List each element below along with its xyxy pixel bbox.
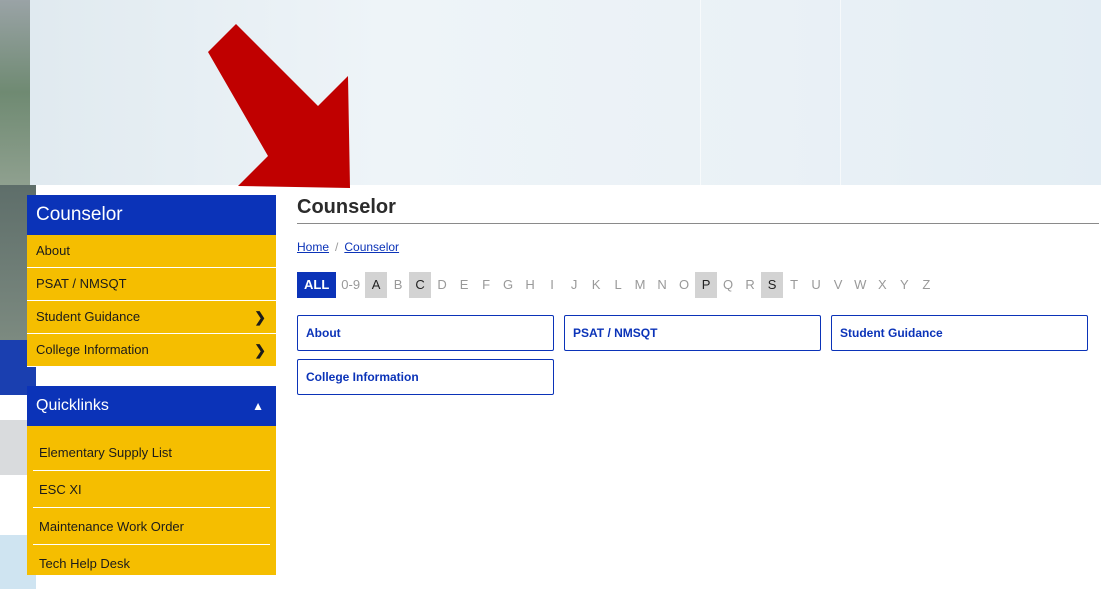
breadcrumb-current-link[interactable]: Counselor [344,240,399,254]
filter-letter-button: F [482,277,491,292]
chevron-right-icon[interactable]: ❯ [254,334,266,366]
filter-letter-button: Y [900,277,909,292]
filter-letter-button: H [525,277,535,292]
breadcrumb: Home / Counselor [297,240,1101,256]
main-content: Counselor Home / Counselor ALL 0-9 A B C D E F G H… [297,195,1101,395]
page-card-link[interactable]: About [297,315,554,351]
arrow-down-right-icon [208,24,350,188]
page-card-link[interactable]: Student Guidance [831,315,1088,351]
filter-letter-button[interactable]: S [761,272,784,298]
filter-letter-button: L [614,277,622,292]
filter-letter-button: Z [922,277,931,292]
alphabet-filter: ALL 0-9 A B C D E F G H I J K L M N O P Q R S T U V W X Y Z [297,272,1101,298]
filter-all-button[interactable]: ALL [297,272,337,298]
filter-letter-button: N [657,277,667,292]
filter-letter-button: X [878,277,887,292]
filter-letter-button: B [393,277,403,292]
filter-letter-button: Q [723,277,734,292]
chevron-up-icon[interactable]: ▲ [252,386,264,426]
filter-letter-button: J [570,277,578,292]
filter-letter-button: K [591,277,601,292]
sidebar: Counselor About PSAT / NMSQT Student Guida… [27,195,276,575]
sidebar-title: Counselor [27,195,276,235]
filter-letter-button: D [437,277,447,292]
sidebar-item[interactable]: PSAT / NMSQT [27,268,276,301]
sidebar-item[interactable]: About [27,235,276,268]
sidebar-item[interactable]: Student Guidance ❯ [27,301,276,334]
sidebar-item-label: College Information [36,342,149,357]
filter-letter-button[interactable]: P [695,272,718,298]
quicklink-item[interactable]: Maintenance Work Order [33,508,270,545]
filter-letter-button: G [503,277,514,292]
filter-letter-button[interactable]: C [409,272,432,298]
sidebar-item-label: PSAT / NMSQT [36,276,127,291]
sidebar-item[interactable]: College Information ❯ [27,334,276,367]
page-card-link[interactable]: PSAT / NMSQT [564,315,821,351]
quicklinks-header[interactable]: Quicklinks ▲ [27,386,276,426]
sidebar-item-label: Student Guidance [36,309,141,324]
quicklinks-list: Elementary Supply List ESC XI Maintenance … [27,426,276,575]
filter-letter-button: 0-9 [341,277,361,292]
filter-letter-button: O [679,277,690,292]
filter-letter-button: R [745,277,755,292]
filter-letter-button: U [811,277,821,292]
hero-banner [0,0,1101,185]
breadcrumb-separator: / [335,240,339,254]
page-cards: About PSAT / NMSQT Student Guidance College… [297,315,1101,395]
filter-letter-button: T [790,277,799,292]
hero-stripe [700,0,701,185]
sidebar-menu: About PSAT / NMSQT Student Guidance ❯ Colleg… [27,235,276,367]
filter-letter-button: V [833,277,843,292]
page-title: Counselor [297,195,1099,224]
filter-letter-button: E [459,277,469,292]
quicklinks-title: Quicklinks [36,397,109,414]
chevron-right-icon[interactable]: ❯ [254,301,266,333]
breadcrumb-home-link[interactable]: Home [297,240,329,254]
hero-image-edge [0,0,30,185]
filter-letter-button[interactable]: A [365,272,388,298]
quicklink-item[interactable]: ESC XI [33,471,270,508]
hero-stripe [840,0,841,185]
quicklink-item[interactable]: Elementary Supply List [33,434,270,471]
sidebar-item-label: About [36,243,70,258]
page-card-link[interactable]: College Information [297,359,554,395]
filter-letter-button: M [634,277,646,292]
quicklink-item[interactable]: Tech Help Desk [33,545,270,582]
filter-letter-button: W [854,277,867,292]
filter-letter-button: I [550,277,554,292]
